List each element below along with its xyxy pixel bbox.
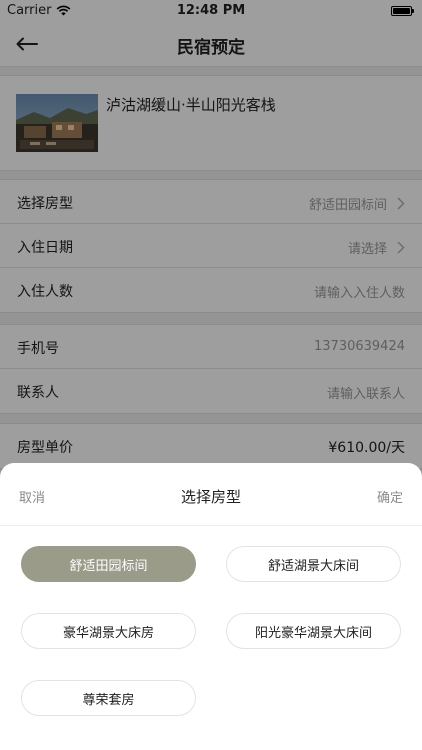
room-option-0[interactable]: 舒适田园标间 — [21, 546, 196, 582]
room-type-sheet: 取消 选择房型 确定 舒适田园标间 舒适湖景大床间 豪华湖景大床房 阳光豪华湖景… — [0, 463, 422, 750]
room-option-3[interactable]: 阳光豪华湖景大床间 — [226, 613, 401, 649]
room-option-1[interactable]: 舒适湖景大床间 — [226, 546, 401, 582]
sheet-header: 取消 选择房型 确定 — [0, 463, 422, 526]
sheet-title: 选择房型 — [180, 488, 241, 506]
room-option-4[interactable]: 尊荣套房 — [21, 680, 196, 716]
confirm-button[interactable]: 确定 — [377, 487, 403, 506]
room-option-2[interactable]: 豪华湖景大床房 — [21, 613, 196, 649]
